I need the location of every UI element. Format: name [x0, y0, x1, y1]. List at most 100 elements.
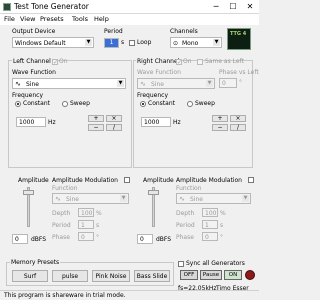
mono-icon: ⊙	[173, 40, 179, 47]
left-wave-value: Sine	[26, 81, 39, 88]
right-frequency-input[interactable]: 1000	[141, 117, 171, 127]
record-icon[interactable]	[245, 270, 255, 280]
pause-button[interactable]: Pause	[200, 270, 222, 280]
chevron-down-icon: ▼	[206, 80, 213, 87]
preset-pulse-button[interactable]: pulse	[52, 270, 88, 282]
right-am-label: Amplitude Modulation	[176, 177, 242, 184]
right-amplitude-input[interactable]: 0	[137, 234, 153, 244]
ttg-logo: TTG 4	[227, 28, 251, 50]
right-frequency-unit: Hz	[173, 119, 181, 126]
left-frequency-label: Frequency	[12, 92, 43, 99]
left-amplitude-input[interactable]: 0	[12, 234, 28, 244]
right-am-function-select[interactable]: ∿ Sine ▼	[176, 193, 251, 204]
preset-surf-button[interactable]: Surf	[12, 270, 48, 282]
menu-presets[interactable]: Presets	[40, 15, 64, 23]
sine-wave-icon: ∿	[15, 80, 21, 88]
minimize-button[interactable]: ─	[208, 1, 224, 12]
left-amplitude-unit: dBFS	[31, 236, 47, 243]
left-channel-label: Left Channel	[12, 58, 52, 65]
left-am-label: Amplitude Modulation	[52, 177, 118, 184]
on-button[interactable]: ON	[224, 270, 242, 280]
left-am-function-select[interactable]: ∿ Sine ▼	[52, 193, 129, 204]
chevron-down-icon: ▼	[117, 80, 124, 87]
left-frequency-unit: Hz	[48, 119, 56, 126]
right-depth-unit: %	[220, 210, 226, 217]
right-phase-unit: °	[220, 234, 223, 241]
right-channel-label: Right Channel	[136, 58, 181, 65]
sample-rate-text: fs=22.05kHz	[178, 285, 217, 292]
period-input[interactable]: 1	[104, 38, 119, 48]
output-device-select[interactable]: Windows Default ▼	[12, 37, 94, 48]
period-label: Period	[104, 28, 123, 35]
right-freq-plus-button[interactable]: +	[212, 115, 228, 122]
loop-checkbox[interactable]	[129, 40, 135, 46]
right-amplitude-slider-thumb[interactable]	[148, 190, 159, 195]
channels-select[interactable]: ⊙ Mono ▼	[170, 37, 222, 48]
menu-view[interactable]: View	[20, 15, 35, 23]
chevron-down-icon: ▼	[85, 39, 92, 46]
preset-pink-noise-button[interactable]: Pink Noise	[92, 270, 130, 282]
left-am-checkbox[interactable]	[124, 177, 130, 183]
status-text: This program is shareware in trial mode.	[4, 292, 126, 299]
left-am-function-value: Sine	[66, 196, 79, 203]
preset-bass-slide-button[interactable]: Bass Slide	[134, 270, 170, 282]
period-unit: s	[121, 39, 125, 46]
left-phase-unit: °	[96, 234, 99, 241]
credit-text: Timo Esser	[216, 285, 249, 292]
left-phase-label: Phase	[52, 234, 70, 241]
close-button[interactable]: ✕	[242, 1, 258, 12]
phase-vs-left-unit: °	[239, 79, 242, 86]
same-as-left-checkbox[interactable]	[197, 59, 203, 65]
channels-value: Mono	[182, 40, 199, 47]
sine-wave-icon: ∿	[140, 80, 146, 88]
left-frequency-input[interactable]: 1000	[16, 117, 46, 127]
off-button[interactable]: OFF	[180, 270, 198, 280]
left-am-function-label: Function	[52, 185, 78, 192]
menu-help[interactable]: Help	[94, 15, 109, 23]
right-phase-label: Phase	[176, 234, 194, 241]
left-freq-times-button[interactable]: ×	[106, 115, 122, 122]
output-device-value: Windows Default	[15, 40, 66, 47]
right-wave-select[interactable]: ∿ Sine ▼	[137, 78, 215, 89]
left-constant-radio[interactable]	[15, 101, 21, 107]
right-am-function-label: Function	[176, 185, 202, 192]
sync-generators-checkbox[interactable]	[178, 261, 184, 267]
left-depth-input[interactable]: 100	[78, 208, 94, 217]
logo-text: TTG 4	[230, 31, 247, 37]
right-freq-minus-button[interactable]: −	[212, 124, 228, 131]
chevron-down-icon: ▼	[213, 39, 220, 46]
chevron-down-icon: ▼	[242, 195, 249, 202]
right-depth-input[interactable]: 100	[202, 208, 218, 217]
right-sweep-radio[interactable]	[187, 101, 193, 107]
right-phase-input[interactable]: 0	[202, 232, 218, 241]
right-constant-radio[interactable]	[140, 101, 146, 107]
right-freq-times-button[interactable]: ×	[230, 115, 246, 122]
left-period-label: Period	[52, 222, 71, 229]
right-period-input[interactable]: 1	[202, 220, 218, 229]
window-title: Test Tone Generator	[14, 2, 89, 11]
left-freq-plus-button[interactable]: +	[88, 115, 104, 122]
left-phase-input[interactable]: 0	[78, 232, 94, 241]
menu-tools[interactable]: Tools	[72, 15, 88, 23]
right-amplitude-unit: dBFS	[156, 236, 172, 243]
right-depth-label: Depth	[176, 210, 195, 217]
left-amplitude-slider-thumb[interactable]	[23, 190, 34, 195]
maximize-button[interactable]: ☐	[225, 1, 241, 12]
right-am-function-value: Sine	[190, 196, 203, 203]
right-on-checkbox[interactable]	[176, 59, 182, 65]
left-wave-select[interactable]: ∿ Sine ▼	[12, 78, 126, 89]
left-period-input[interactable]: 1	[78, 220, 94, 229]
loop-label: Loop	[137, 39, 152, 46]
phase-vs-left-input[interactable]: 0	[219, 78, 237, 88]
channels-label: Channels	[170, 28, 198, 35]
menu-file[interactable]: File	[4, 15, 15, 23]
app-icon	[3, 3, 11, 11]
left-on-checkbox[interactable]	[52, 59, 58, 65]
left-wave-label: Wave Function	[12, 69, 56, 76]
left-freq-divide-button[interactable]: /	[106, 124, 122, 131]
right-am-checkbox[interactable]	[248, 177, 254, 183]
chevron-down-icon: ▼	[120, 195, 127, 202]
left-sweep-radio[interactable]	[62, 101, 68, 107]
left-freq-minus-button[interactable]: −	[88, 124, 104, 131]
right-freq-divide-button[interactable]: /	[230, 124, 246, 131]
